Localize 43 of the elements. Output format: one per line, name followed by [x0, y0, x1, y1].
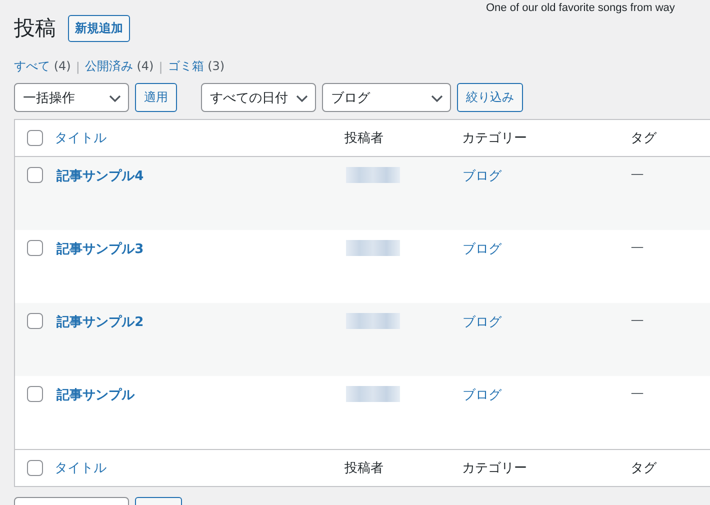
category-link[interactable]: ブログ: [462, 169, 502, 184]
column-header-link[interactable]: タイトル: [54, 131, 107, 146]
column-header: カテゴリー: [462, 131, 527, 146]
post-title-link[interactable]: 記事サンプル4: [56, 169, 144, 184]
status-filter-link[interactable]: ゴミ箱 (3): [168, 58, 225, 75]
blurred-author-placeholder: [346, 386, 400, 402]
apply-button[interactable]: 適用: [135, 83, 177, 112]
bulk-action-select[interactable]: 一括操作: [14, 83, 129, 112]
blurred-author-placeholder: [346, 240, 400, 256]
separator: |: [158, 60, 163, 74]
post-title-link[interactable]: 記事サンプル3: [56, 242, 144, 257]
category-link[interactable]: ブログ: [462, 388, 502, 403]
column-header: カテゴリー: [462, 461, 527, 476]
separator: |: [76, 60, 80, 74]
category-link[interactable]: ブログ: [462, 242, 502, 257]
column-header: 投稿者: [344, 461, 384, 476]
checkbox[interactable]: [26, 240, 43, 256]
category-filter-select[interactable]: ブログ: [322, 83, 451, 112]
post-title-link[interactable]: 記事サンプル: [56, 388, 135, 403]
category-link[interactable]: ブログ: [462, 315, 502, 330]
blurred-author-placeholder: [346, 167, 400, 183]
page-title: 投稿: [14, 15, 56, 42]
checkbox[interactable]: [26, 460, 43, 476]
tag-text: —: [630, 313, 644, 328]
tag-text: —: [630, 167, 644, 182]
checkbox[interactable]: [26, 386, 43, 402]
filter-button[interactable]: 絞り込み: [457, 83, 523, 112]
status-filter-link[interactable]: 公開済み (4): [84, 58, 154, 75]
status-filter-link[interactable]: すべて (4): [14, 58, 71, 75]
tag-text: —: [630, 386, 644, 401]
column-header: 投稿者: [344, 131, 384, 146]
blurred-author-placeholder: [346, 313, 400, 329]
column-header: タグ: [630, 131, 657, 146]
add-new-button[interactable]: 新規追加: [68, 14, 130, 42]
checkbox[interactable]: [26, 130, 43, 146]
notice-text: One of our old favorite songs from way: [486, 2, 675, 14]
column-header: タグ: [630, 461, 657, 476]
column-header-link[interactable]: タイトル: [54, 461, 107, 476]
checkbox[interactable]: [26, 167, 43, 183]
tag-text: —: [630, 240, 644, 255]
checkbox[interactable]: [26, 313, 43, 329]
date-filter-select[interactable]: すべての日付: [201, 83, 316, 112]
post-title-link[interactable]: 記事サンプル2: [56, 315, 144, 330]
